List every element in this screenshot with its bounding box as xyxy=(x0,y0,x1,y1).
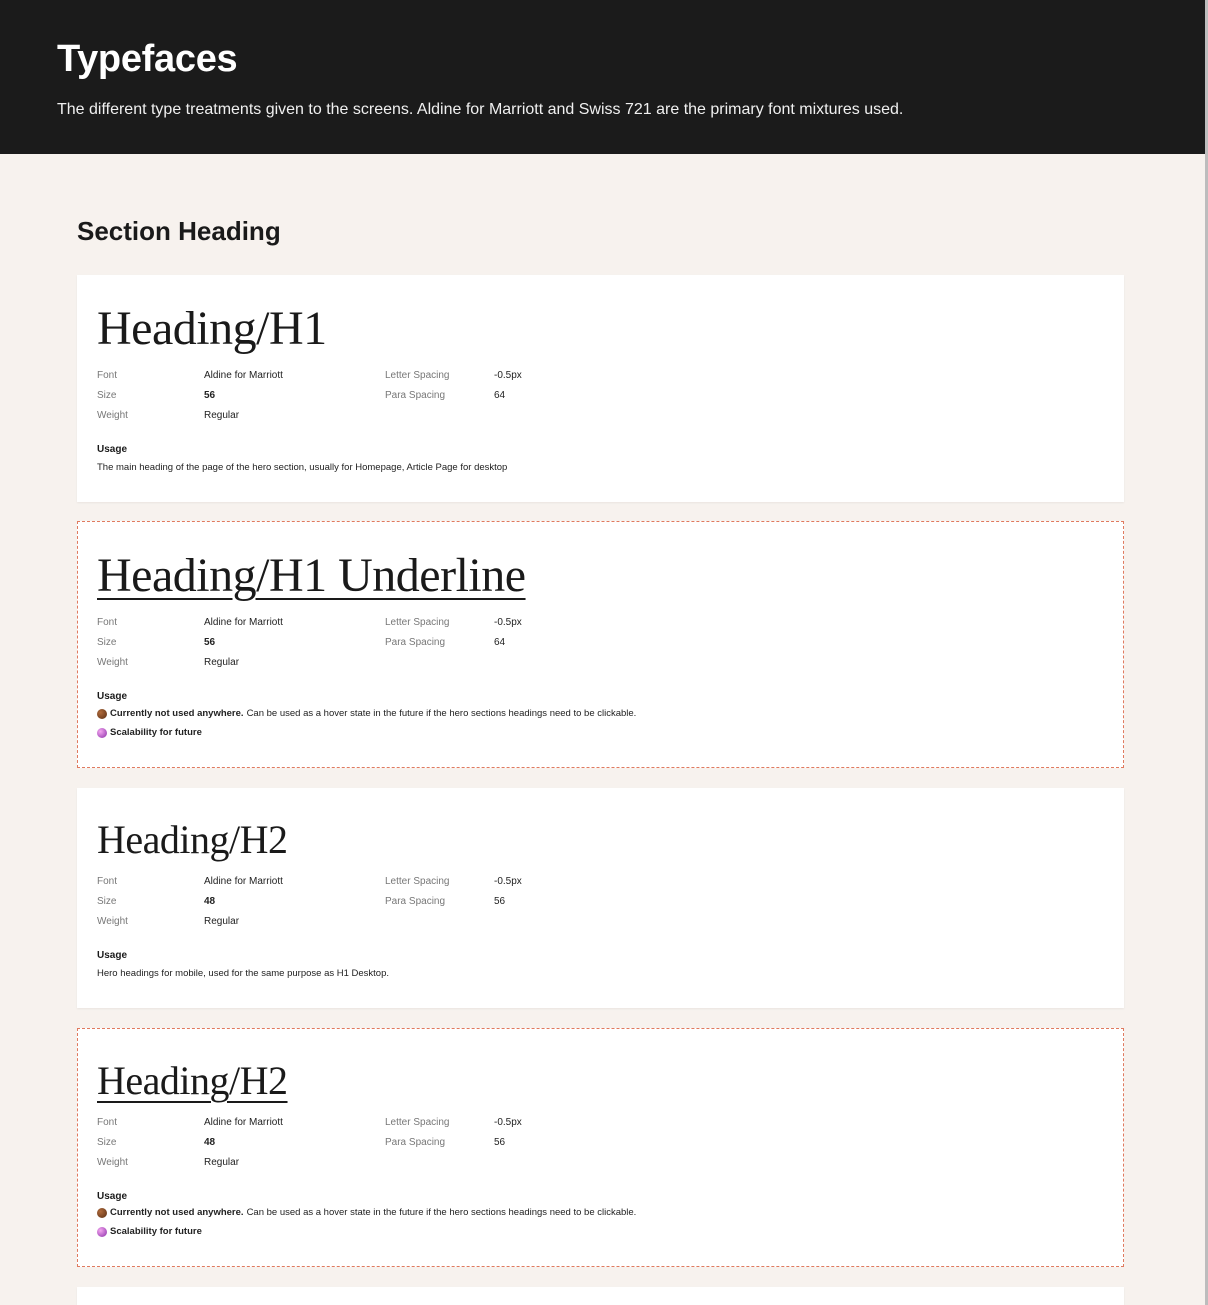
size-value: 56 xyxy=(204,637,216,648)
para-spacing-value: 56 xyxy=(494,1137,506,1148)
usage-status-text: Can be used as a hover state in the futu… xyxy=(246,708,637,719)
type-sample-title: Heading/H2 xyxy=(97,1058,288,1103)
size-value: 48 xyxy=(204,1137,216,1148)
type-card-h1: Heading/H1 Font Aldine for Marriott Lett… xyxy=(77,275,1124,502)
para-spacing-label: Para Spacing xyxy=(385,637,446,648)
usage-text: Hero headings for mobile, used for the s… xyxy=(97,968,390,979)
usage-text: The main heading of the page of the hero… xyxy=(97,462,508,473)
letter-spacing-value: -0.5px xyxy=(494,1117,522,1128)
para-spacing-value: 64 xyxy=(494,637,506,648)
letter-spacing-label: Letter Spacing xyxy=(385,617,450,628)
page-title: Typefaces xyxy=(57,38,238,80)
size-value: 48 xyxy=(204,896,216,907)
size-label: Size xyxy=(97,896,117,907)
usage-label: Usage xyxy=(97,950,128,961)
usage-label: Usage xyxy=(97,444,128,455)
para-spacing-label: Para Spacing xyxy=(385,390,446,401)
brown-circle-icon xyxy=(97,708,107,719)
letter-spacing-value: -0.5px xyxy=(494,617,522,628)
usage-status-line: Currently not used anywhere. Can be used… xyxy=(97,708,636,719)
weight-label: Weight xyxy=(97,1157,128,1168)
page-header: Typefaces The different type treatments … xyxy=(0,0,1205,154)
purple-circle-icon xyxy=(97,727,107,738)
type-card-h2-underline: Heading/H2 Font Aldine for Marriott Lett… xyxy=(77,1028,1124,1267)
usage-note-text: Scalability for future xyxy=(110,1226,202,1237)
type-card-h1-underline: Heading/H1 Underline Font Aldine for Mar… xyxy=(77,521,1124,768)
para-spacing-value: 56 xyxy=(494,896,506,907)
typefaces-page: Typefaces The different type treatments … xyxy=(0,0,1205,1305)
letter-spacing-label: Letter Spacing xyxy=(385,370,450,381)
usage-note-line: Scalability for future xyxy=(97,727,205,738)
usage-status-bold: Currently not used anywhere. xyxy=(110,708,244,719)
usage-status-bold: Currently not used anywhere. xyxy=(110,1207,244,1218)
letter-spacing-label: Letter Spacing xyxy=(385,1117,450,1128)
weight-value: Regular xyxy=(204,1157,240,1168)
para-spacing-label: Para Spacing xyxy=(385,896,446,907)
para-spacing-label: Para Spacing xyxy=(385,1137,446,1148)
font-value: Aldine for Marriott xyxy=(204,370,283,381)
type-spec: Font Aldine for Marriott Letter Spacing … xyxy=(97,617,697,677)
para-spacing-value: 64 xyxy=(494,390,506,401)
size-value: 56 xyxy=(204,390,216,401)
brown-circle-icon xyxy=(97,1207,107,1218)
weight-value: Regular xyxy=(204,916,240,927)
font-value: Aldine for Marriott xyxy=(204,617,283,628)
type-sample-title: Heading/H1 xyxy=(97,302,327,355)
letter-spacing-value: -0.5px xyxy=(494,876,522,887)
size-label: Size xyxy=(97,390,117,401)
letter-spacing-label: Letter Spacing xyxy=(385,876,450,887)
usage-note-line: Scalability for future xyxy=(97,1226,205,1237)
section-heading: Section Heading xyxy=(77,216,281,246)
usage-label: Usage xyxy=(97,691,128,702)
usage-note-text: Scalability for future xyxy=(110,727,202,738)
type-card-next xyxy=(77,1287,1124,1305)
usage-label: Usage xyxy=(97,1191,128,1202)
size-label: Size xyxy=(97,637,117,648)
weight-label: Weight xyxy=(97,410,128,421)
type-spec: Font Aldine for Marriott Letter Spacing … xyxy=(97,876,697,936)
weight-value: Regular xyxy=(204,410,240,421)
letter-spacing-value: -0.5px xyxy=(494,370,522,381)
weight-label: Weight xyxy=(97,657,128,668)
font-label: Font xyxy=(97,370,118,381)
type-spec: Font Aldine for Marriott Letter Spacing … xyxy=(97,370,697,430)
type-spec: Font Aldine for Marriott Letter Spacing … xyxy=(97,1117,697,1177)
font-label: Font xyxy=(97,1117,118,1128)
font-label: Font xyxy=(97,876,118,887)
font-label: Font xyxy=(97,617,118,628)
page-subtitle: The different type treatments given to t… xyxy=(57,101,904,118)
font-value: Aldine for Marriott xyxy=(204,876,283,887)
purple-circle-icon xyxy=(97,1226,107,1237)
weight-label: Weight xyxy=(97,916,128,927)
size-label: Size xyxy=(97,1137,117,1148)
usage-status-line: Currently not used anywhere. Can be used… xyxy=(97,1207,636,1218)
font-value: Aldine for Marriott xyxy=(204,1117,283,1128)
type-sample-title: Heading/H2 xyxy=(97,817,288,862)
type-card-h2: Heading/H2 Font Aldine for Marriott Lett… xyxy=(77,788,1124,1008)
type-sample-title: Heading/H1 Underline xyxy=(97,549,526,602)
weight-value: Regular xyxy=(204,657,240,668)
usage-status-text: Can be used as a hover state in the futu… xyxy=(246,1207,637,1218)
